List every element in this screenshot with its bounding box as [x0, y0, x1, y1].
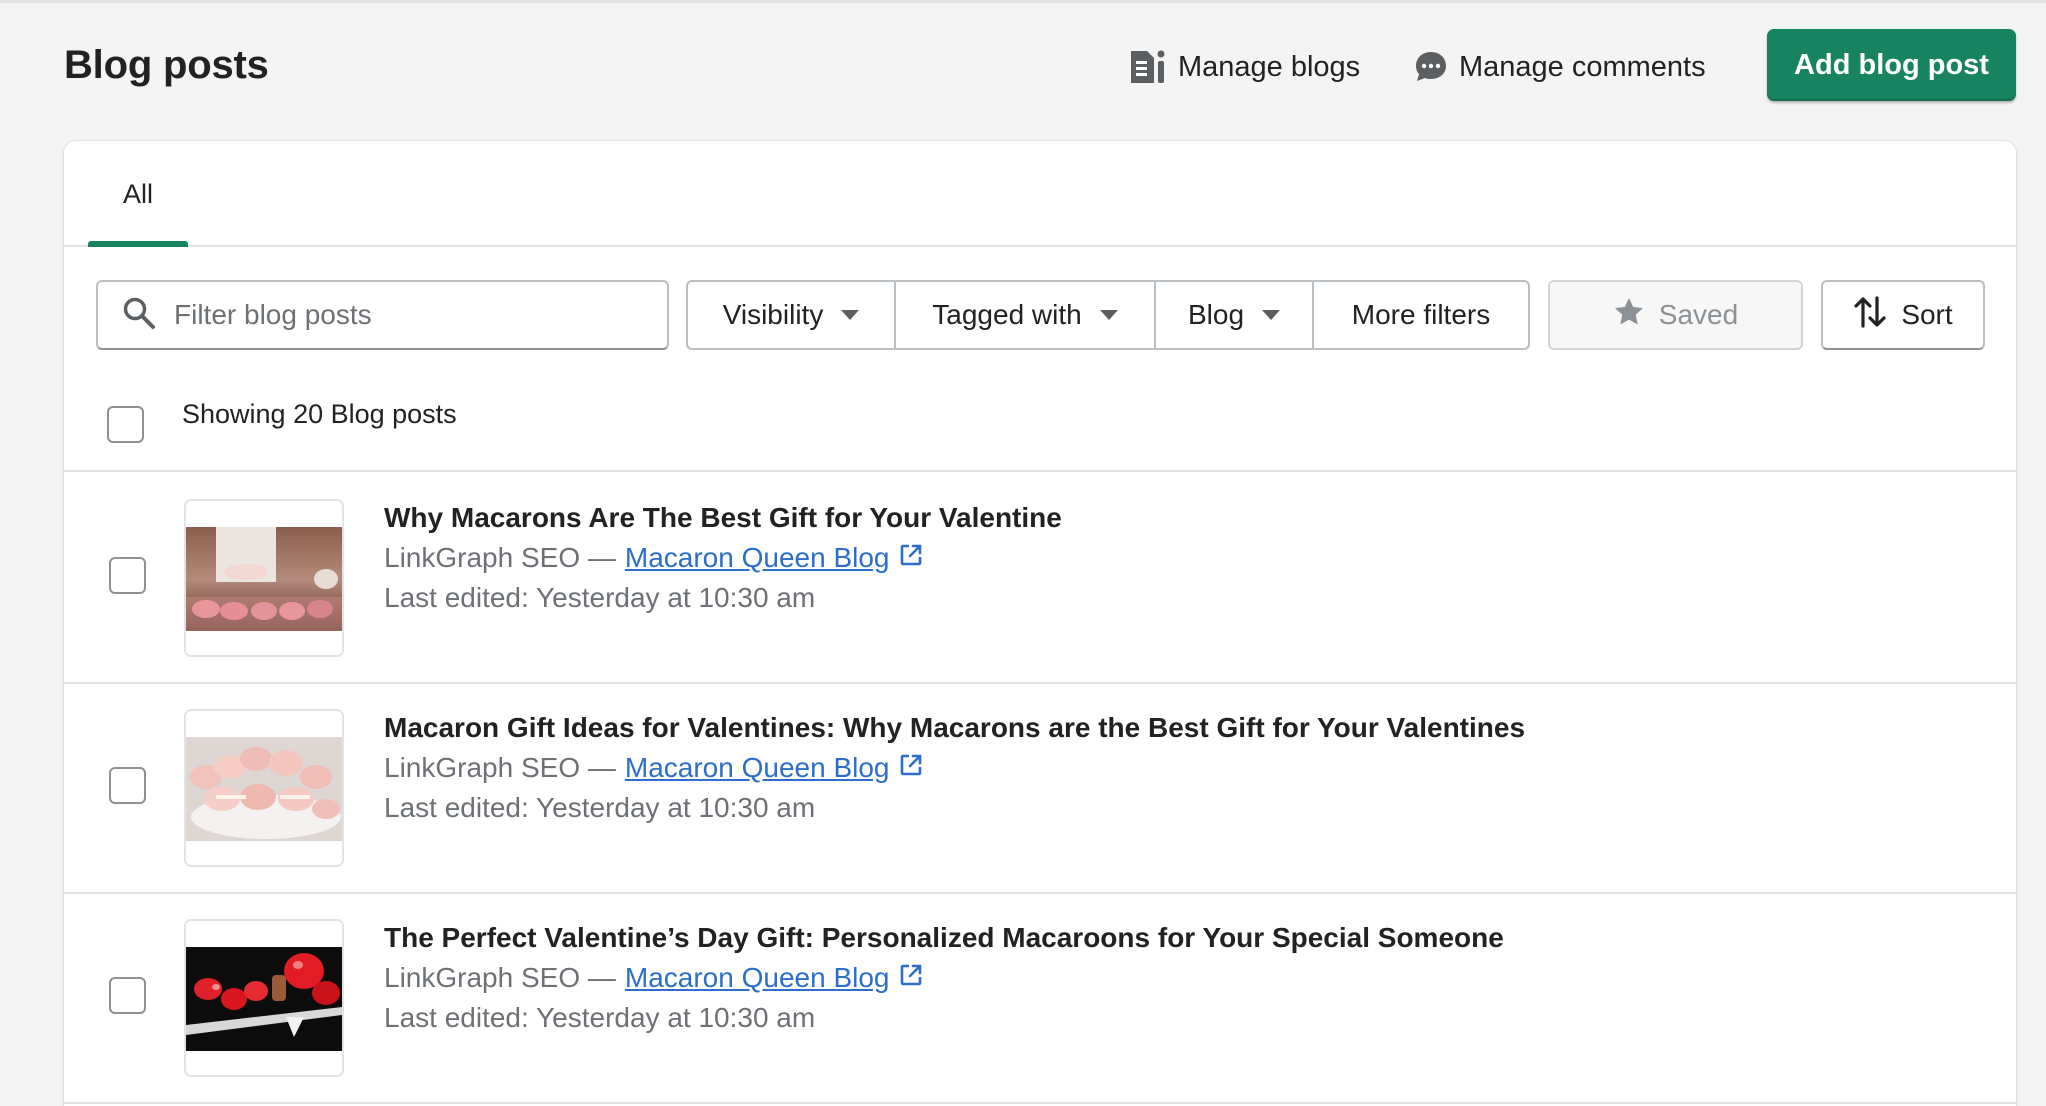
- post-meta: LinkGraph SEO — Macaron Queen Blog: [384, 752, 923, 784]
- tab-bar: All: [64, 141, 2016, 247]
- filter-button-group: Visibility Tagged with Blog More filters: [686, 280, 1530, 350]
- table-row[interactable]: The Perfect Valentine’s Day Gift: Person…: [64, 894, 2016, 1104]
- row-checkbox[interactable]: [109, 767, 146, 804]
- post-title[interactable]: The Perfect Valentine’s Day Gift: Person…: [384, 922, 1504, 954]
- blog-filter-label: Blog: [1187, 299, 1245, 330]
- row-checkbox[interactable]: [109, 557, 146, 594]
- search-input[interactable]: [174, 299, 634, 331]
- blog-link[interactable]: Macaron Queen Blog: [625, 752, 890, 784]
- caret-down-icon: [1099, 310, 1118, 320]
- add-blog-post-button[interactable]: Add blog post: [1767, 29, 2016, 101]
- comments-icon: [1413, 49, 1449, 85]
- post-thumbnail: [184, 709, 344, 867]
- blog-icon: [1128, 47, 1168, 87]
- sort-button[interactable]: Sort: [1821, 280, 1985, 350]
- tagged-with-filter-label: Tagged with: [932, 299, 1082, 330]
- more-filters-label: More filters: [1351, 299, 1491, 330]
- blog-filter-button[interactable]: Blog: [1154, 280, 1314, 350]
- saved-label: Saved: [1658, 299, 1739, 330]
- post-thumbnail: [184, 499, 344, 657]
- manage-blogs-button[interactable]: Manage blogs: [1128, 41, 1360, 93]
- more-filters-button[interactable]: More filters: [1312, 280, 1530, 350]
- page-title: Blog posts: [64, 43, 269, 87]
- post-meta: LinkGraph SEO — Macaron Queen Blog: [384, 962, 923, 994]
- manage-comments-button[interactable]: Manage comments: [1413, 41, 1706, 93]
- caret-down-icon: [841, 310, 860, 320]
- sort-arrows-icon: [1853, 295, 1887, 336]
- table-row[interactable]: Why Macarons Are The Best Gift for Your …: [64, 474, 2016, 684]
- manage-comments-label: Manage comments: [1459, 50, 1706, 83]
- external-link-icon[interactable]: [889, 752, 923, 784]
- post-image: [186, 527, 342, 631]
- blog-link[interactable]: Macaron Queen Blog: [625, 962, 890, 994]
- post-image: [186, 947, 342, 1051]
- post-meta: LinkGraph SEO — Macaron Queen Blog: [384, 542, 923, 574]
- page: Blog posts Manage blogs Manage comments …: [0, 0, 2046, 1106]
- saved-button[interactable]: Saved: [1548, 280, 1803, 350]
- post-last-edited: Last edited: Yesterday at 10:30 am: [384, 1002, 816, 1033]
- search-field[interactable]: [96, 280, 669, 350]
- page-header: Blog posts Manage blogs Manage comments …: [0, 3, 2046, 138]
- table-row[interactable]: Macaron Gift Ideas for Valentines: Why M…: [64, 684, 2016, 894]
- external-link-icon[interactable]: [889, 542, 923, 574]
- select-all-checkbox[interactable]: [107, 406, 144, 443]
- blog-posts-card: All Visibility Tagged with: [64, 141, 2016, 1106]
- select-all-row: Showing 20 Blog posts: [64, 379, 2016, 472]
- post-author: LinkGraph SEO —: [384, 752, 616, 783]
- search-icon: [122, 296, 156, 335]
- tagged-with-filter-button[interactable]: Tagged with: [894, 280, 1156, 350]
- post-image: [186, 737, 342, 841]
- post-author: LinkGraph SEO —: [384, 962, 616, 993]
- star-icon: [1613, 296, 1645, 335]
- caret-down-icon: [1262, 310, 1281, 320]
- visibility-filter-label: Visibility: [722, 299, 824, 330]
- post-last-edited: Last edited: Yesterday at 10:30 am: [384, 792, 816, 823]
- post-title[interactable]: Why Macarons Are The Best Gift for Your …: [384, 502, 1062, 534]
- post-thumbnail: [184, 919, 344, 1077]
- tab-active-indicator: [88, 241, 188, 247]
- post-last-edited: Last edited: Yesterday at 10:30 am: [384, 582, 816, 613]
- post-title[interactable]: Macaron Gift Ideas for Valentines: Why M…: [384, 712, 1525, 744]
- row-checkbox[interactable]: [109, 977, 146, 1014]
- visibility-filter-button[interactable]: Visibility: [686, 280, 896, 350]
- sort-label: Sort: [1901, 299, 1953, 330]
- post-author: LinkGraph SEO —: [384, 542, 616, 573]
- showing-count-text: Showing 20 Blog posts: [182, 399, 457, 429]
- tab-all[interactable]: All: [88, 141, 188, 247]
- blog-link[interactable]: Macaron Queen Blog: [625, 542, 890, 574]
- manage-blogs-label: Manage blogs: [1178, 50, 1361, 83]
- external-link-icon[interactable]: [889, 962, 923, 994]
